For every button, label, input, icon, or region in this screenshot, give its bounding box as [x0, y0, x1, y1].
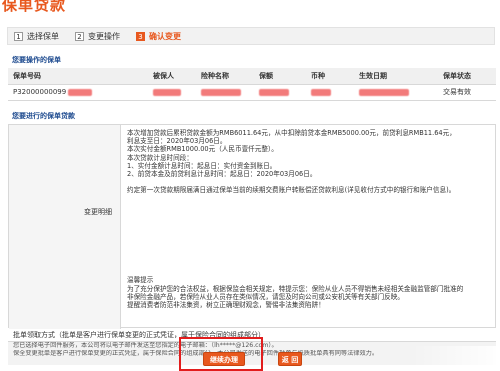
column-header: 保额	[254, 68, 306, 85]
redaction-mark	[311, 88, 331, 96]
policy-status: 交易有效	[438, 84, 496, 101]
edge-fade	[412, 346, 500, 371]
step-number: 3	[136, 31, 145, 41]
column-header: 生效日期	[354, 68, 438, 85]
column-header: 保单状态	[438, 68, 496, 85]
table-row[interactable]: P32000000099 交易有效	[8, 84, 496, 101]
warning-title: 温馨提示	[127, 276, 154, 285]
step-number: 1	[14, 31, 23, 41]
product-name-cell	[196, 84, 254, 101]
step-label: 变更操作	[88, 31, 120, 41]
step-change-operation: 2 变更操作	[75, 31, 120, 42]
redaction-mark	[153, 88, 181, 96]
redaction-mark	[201, 88, 241, 96]
warning-line: 为了充分保护您的合法权益，根据保监会相关规定，特提示您：保险从业人员不得销售未经…	[127, 284, 464, 293]
table-header-row: 保单号码 被保人 险种名称 保额 币种 生效日期 保单状态	[8, 68, 496, 85]
detail-line: 本次实付金额RMB1000.00元（人民币壹仟元整）。	[127, 145, 278, 154]
step-number: 2	[75, 31, 84, 41]
policy-table: 保单号码 被保人 险种名称 保额 币种 生效日期 保单状态 P320000000…	[8, 68, 496, 101]
policy-number: P32000000099	[13, 88, 67, 96]
column-header: 币种	[306, 68, 354, 85]
redaction-mark	[359, 88, 409, 96]
column-header: 保单号码	[8, 68, 148, 85]
detail-line: 利息支至日：2020年03月06日。	[127, 137, 227, 146]
step-select-policy: 1 选择保单	[14, 31, 59, 42]
redaction-mark	[259, 88, 289, 96]
step-confirm-change: 3 确认变更	[136, 31, 181, 42]
repayment-note: 约定第一次贷款期限届满日通过保单当前的续期交费账户转账偿还贷款利息(详见收付方式…	[127, 186, 456, 195]
detail-line: 1、实付金额计息时间：起息日：实付资金到账日。	[127, 161, 277, 170]
continue-button[interactable]: 继续办理	[203, 352, 245, 366]
currency-cell	[306, 84, 354, 101]
change-details-label-cell: 变更明细	[9, 125, 121, 329]
loan-section-title: 您要进行的保单贷款	[12, 112, 75, 120]
change-details-content: 本次增加贷款后累积贷款金额为RMB6011.64元，从中扣除前贷本金RMB500…	[127, 129, 492, 309]
detail-line: 本次增加贷款后累积贷款金额为RMB6011.64元，从中扣除前贷本金RMB500…	[127, 129, 456, 137]
policy-number-cell: P32000000099	[8, 84, 148, 101]
change-details-label: 变更明细	[84, 208, 112, 216]
page-title: 保单贷款	[2, 0, 67, 14]
insured-cell	[148, 84, 196, 101]
effective-date-cell	[354, 84, 438, 101]
warning-line: 非保险金融产品，若保险从业人员存在类似情况，请您及时向公司或公安机关等有关部门反…	[127, 292, 404, 301]
redaction-mark	[68, 88, 93, 96]
policy-section-title: 您要操作的保单	[12, 56, 61, 64]
warning-line: 提醒消费者防范非法集资，树立正确理财观念，警惕非法集资陷阱！	[127, 301, 325, 310]
step-label: 选择保单	[27, 31, 59, 41]
column-header: 被保人	[148, 68, 196, 85]
change-details-box: 变更明细 本次增加贷款后累积贷款金额为RMB6011.64元，从中扣除前贷本金R…	[8, 124, 496, 329]
step-bar: 1 选择保单 2 变更操作 3 确认变更	[7, 27, 495, 45]
sum-insured-cell	[254, 84, 306, 101]
column-header: 险种名称	[196, 68, 254, 85]
detail-line: 2、前贷本金及前贷利息计息时间：起息日：2020年03月06日。	[127, 170, 317, 179]
detail-line: 本次贷款计息时间段：	[127, 153, 193, 162]
back-button[interactable]: 返 回	[278, 352, 302, 366]
step-label: 确认变更	[149, 31, 181, 41]
